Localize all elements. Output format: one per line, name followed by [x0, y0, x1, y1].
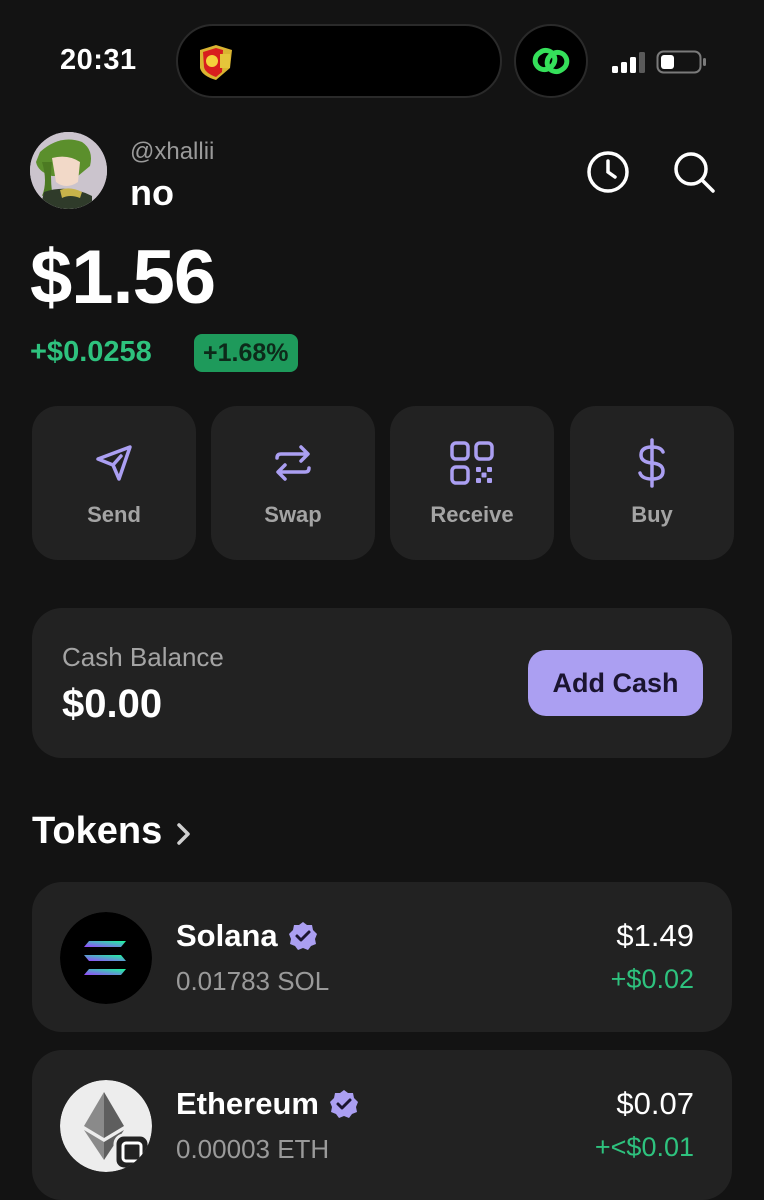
- tokens-section-header[interactable]: Tokens: [32, 810, 194, 853]
- cellular-signal-icon: [612, 52, 645, 73]
- token-change: +$0.02: [610, 964, 694, 994]
- buy-button[interactable]: Buy: [570, 406, 734, 560]
- token-name: Solana: [176, 918, 318, 954]
- token-row-solana[interactable]: Solana 0.01783 SOL $1.49 +$0.02: [32, 882, 732, 1032]
- clock-icon: [587, 151, 629, 193]
- swap-icon: [275, 445, 311, 481]
- token-name-text: Solana: [176, 918, 278, 953]
- tokens-title: Tokens: [32, 810, 163, 852]
- balance-change-percent-badge: +1.68%: [194, 334, 298, 372]
- send-label: Send: [87, 502, 141, 527]
- add-cash-button[interactable]: Add Cash: [528, 650, 703, 716]
- swap-button[interactable]: Swap: [211, 406, 375, 560]
- dollar-icon: [638, 438, 665, 488]
- account-name[interactable]: no: [130, 172, 174, 214]
- avatar[interactable]: [30, 132, 107, 209]
- link-chain-icon: [532, 47, 570, 75]
- swap-label: Swap: [264, 502, 322, 527]
- search-icon: [674, 152, 715, 193]
- account-handle[interactable]: @xhallii: [130, 138, 214, 166]
- club-crest-icon: [200, 45, 232, 80]
- token-amount: 0.00003 ETH: [176, 1134, 330, 1164]
- balance-change-amount: +$0.0258: [30, 336, 152, 368]
- live-activity-indicator[interactable]: [514, 24, 588, 98]
- token-change: +<$0.01: [594, 1132, 694, 1162]
- ethereum-logo-icon: [60, 1080, 152, 1172]
- token-amount: 0.01783 SOL: [176, 966, 330, 996]
- history-button[interactable]: [584, 148, 632, 196]
- cash-balance-label: Cash Balance: [62, 642, 224, 672]
- token-value: $0.07: [616, 1086, 694, 1121]
- battery-icon: [656, 50, 706, 74]
- send-icon: [96, 445, 132, 481]
- token-value: $1.49: [616, 918, 694, 953]
- token-row-ethereum[interactable]: Ethereum 0.00003 ETH $0.07 +<$0.01: [32, 1050, 732, 1200]
- solana-logo-icon: [60, 912, 152, 1004]
- search-button[interactable]: [670, 148, 718, 196]
- token-name: Ethereum: [176, 1086, 359, 1122]
- send-button[interactable]: Send: [32, 406, 196, 560]
- buy-label: Buy: [631, 502, 673, 527]
- qr-code-icon: [450, 441, 494, 485]
- verified-badge-icon: [288, 922, 317, 950]
- avatar-image: [30, 132, 107, 209]
- cash-balance-value: $0.00: [62, 682, 163, 726]
- dynamic-island[interactable]: [176, 24, 502, 98]
- chevron-right-icon: [177, 822, 190, 845]
- verified-badge-icon: [329, 1090, 358, 1118]
- receive-label: Receive: [430, 502, 514, 527]
- receive-button[interactable]: Receive: [390, 406, 554, 560]
- total-balance: $1.56: [30, 235, 216, 320]
- token-name-text: Ethereum: [176, 1086, 319, 1121]
- cash-balance-card[interactable]: Cash Balance $0.00 Add Cash: [32, 608, 732, 758]
- status-time: 20:31: [60, 44, 137, 76]
